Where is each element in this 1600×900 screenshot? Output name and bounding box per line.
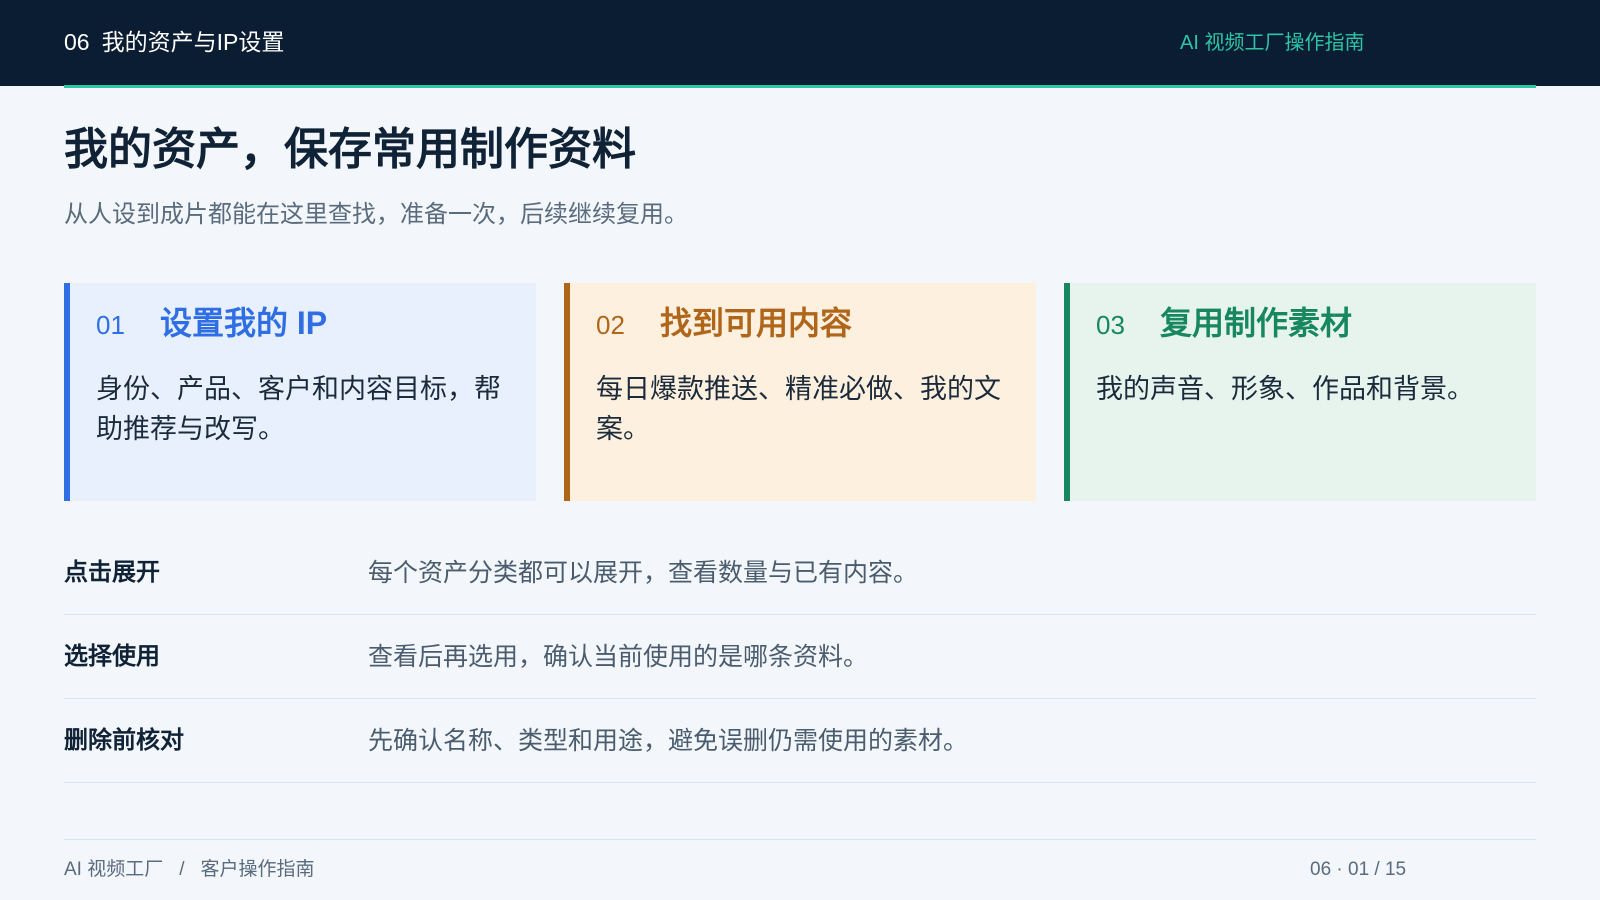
tip-text: 查看后再选用，确认当前使用的是哪条资料。 bbox=[368, 643, 869, 671]
page-title: 我的资产，保存常用制作资料 bbox=[64, 125, 636, 174]
card-title: 复用制作素材 bbox=[1160, 305, 1353, 341]
tip-row-select: 选择使用 查看后再选用，确认当前使用的是哪条资料。 bbox=[64, 615, 1536, 699]
section-title: 我的资产与IP设置 bbox=[101, 29, 285, 55]
card-reuse-materials: 03 复用制作素材 我的声音、形象、作品和背景。 bbox=[1064, 283, 1536, 501]
card-number: 02 bbox=[596, 310, 625, 340]
footer-brand: AI 视频工厂 bbox=[64, 859, 164, 880]
tip-row-delete-check: 删除前核对 先确认名称、类型和用途，避免误删仍需使用的素材。 bbox=[64, 699, 1536, 783]
section-heading: 06 我的资产与IP设置 bbox=[64, 26, 284, 58]
card-find-content: 02 找到可用内容 每日爆款推送、精准必做、我的文案。 bbox=[564, 283, 1036, 501]
card-description: 我的声音、形象、作品和背景。 bbox=[1096, 374, 1474, 404]
card-title: 找到可用内容 bbox=[660, 305, 853, 341]
guide-title: AI 视频工厂操作指南 bbox=[1180, 32, 1365, 54]
card-number: 03 bbox=[1096, 310, 1125, 340]
header-bar: 06 我的资产与IP设置 AI 视频工厂操作指南 bbox=[0, 0, 1600, 86]
footer-divider bbox=[64, 839, 1536, 840]
card-number: 01 bbox=[96, 310, 125, 340]
tip-text: 每个资产分类都可以展开，查看数量与已有内容。 bbox=[368, 559, 919, 587]
tip-text: 先确认名称、类型和用途，避免误删仍需使用的素材。 bbox=[368, 727, 969, 755]
footer-breadcrumb: AI 视频工厂 / 客户操作指南 bbox=[64, 856, 315, 884]
tip-row-expand: 点击展开 每个资产分类都可以展开，查看数量与已有内容。 bbox=[64, 531, 1536, 615]
tip-label: 点击展开 bbox=[64, 559, 160, 586]
card-title: 设置我的 IP bbox=[160, 305, 328, 341]
footer-separator: / bbox=[179, 859, 185, 880]
tip-label: 选择使用 bbox=[64, 643, 160, 670]
page-subtitle: 从人设到成片都能在这里查找，准备一次，后续继续复用。 bbox=[64, 201, 688, 228]
section-number: 06 bbox=[64, 29, 90, 55]
page-indicator: 06 · 01 / 15 bbox=[1310, 859, 1407, 880]
header-accent-line bbox=[64, 85, 1536, 88]
card-description: 每日爆款推送、精准必做、我的文案。 bbox=[596, 374, 1001, 444]
footer-guide: 客户操作指南 bbox=[200, 859, 315, 880]
card-description: 身份、产品、客户和内容目标，帮助推荐与改写。 bbox=[96, 374, 501, 444]
tips-list: 点击展开 每个资产分类都可以展开，查看数量与已有内容。 选择使用 查看后再选用，… bbox=[64, 531, 1536, 783]
card-set-ip: 01 设置我的 IP 身份、产品、客户和内容目标，帮助推荐与改写。 bbox=[64, 283, 536, 501]
tip-label: 删除前核对 bbox=[64, 727, 184, 754]
